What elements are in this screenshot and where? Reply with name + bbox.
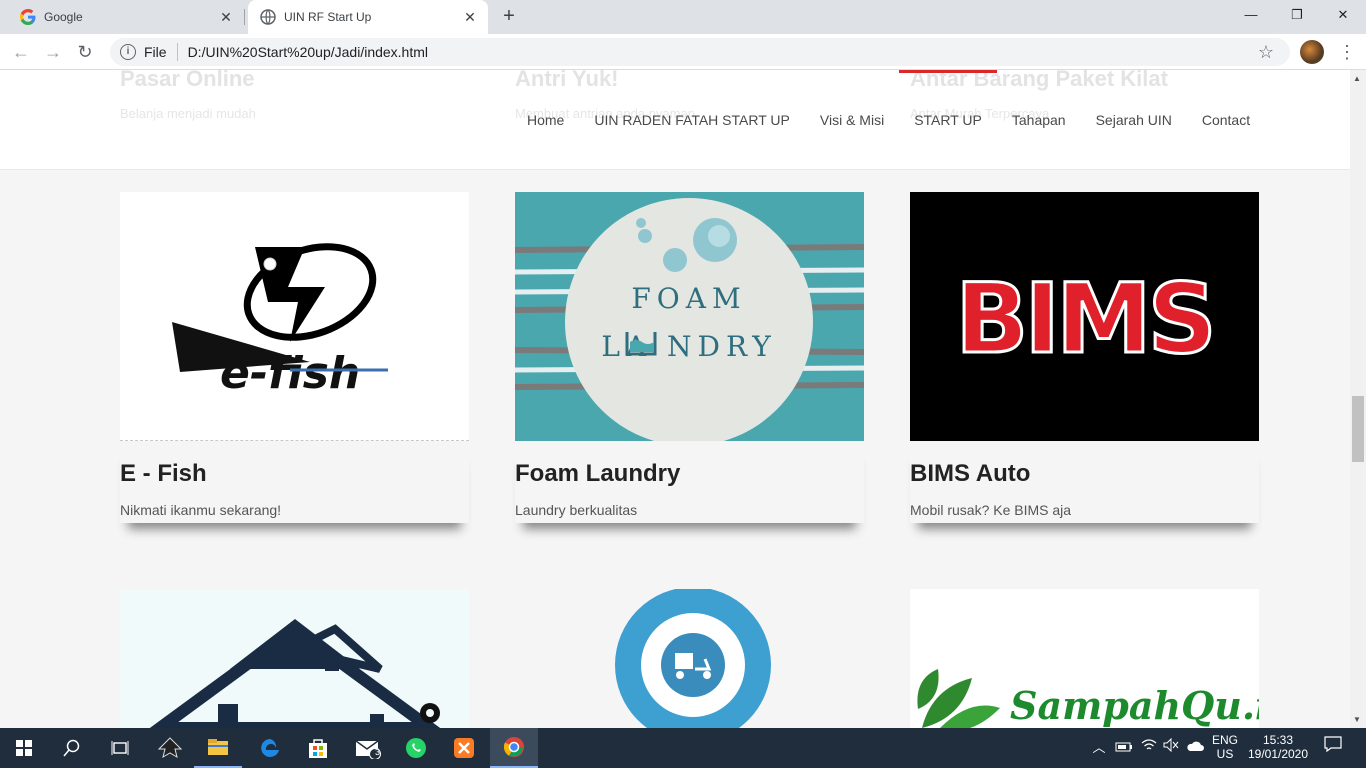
mail-badge: 3: [375, 747, 381, 757]
ghost-card-title: Antar Barang Paket Kilat: [910, 70, 1168, 91]
close-tab-icon[interactable]: ✕: [218, 9, 234, 25]
new-tab-button[interactable]: +: [498, 6, 520, 28]
ghost-card-desc: Belanja menjadi mudah: [120, 106, 256, 121]
card-title[interactable]: E - Fish: [120, 460, 207, 488]
minimize-button[interactable]: —: [1228, 0, 1274, 30]
ghost-card-title: Pasar Online: [120, 70, 255, 91]
ghost-card-title: Antri Yuk!: [515, 70, 619, 91]
tab-google[interactable]: Google ✕: [8, 0, 245, 34]
store-icon[interactable]: [294, 728, 342, 768]
tab-strip: Google ✕ UIN RF Start Up ✕ + — ❐ ✕: [0, 0, 1366, 34]
house-logo-image: [120, 589, 469, 728]
search-icon[interactable]: [48, 728, 96, 768]
action-center-icon[interactable]: [1318, 728, 1348, 768]
close-tab-icon[interactable]: ✕: [462, 9, 478, 25]
sampahqu-logo: SampahQu.id: [917, 669, 1259, 728]
battery-icon[interactable]: [1113, 728, 1135, 768]
volume-muted-icon[interactable]: [1160, 728, 1182, 768]
address-bar[interactable]: i File D:/UIN%20Start%20up/Jadi/index.ht…: [110, 38, 1290, 66]
forward-arrow-icon[interactable]: →: [42, 41, 64, 63]
wifi-icon[interactable]: [1138, 728, 1160, 768]
scroll-down-arrow-icon[interactable]: ▼: [1353, 715, 1361, 724]
efish-logo-image: e-fish: [120, 192, 469, 441]
inkscape-icon[interactable]: [146, 728, 194, 768]
windows-start-icon[interactable]: [0, 728, 48, 768]
bims-logo-text: BIMS: [955, 263, 1213, 375]
google-g-icon: [20, 9, 36, 25]
scroll-thumb[interactable]: [1352, 396, 1364, 462]
omnibox-divider: [176, 43, 178, 61]
nav-uin-raden-fatah-start-up[interactable]: UIN RADEN FATAH START UP: [579, 106, 805, 134]
show-hidden-icons-chevron-icon[interactable]: ︿: [1090, 728, 1108, 768]
efish-logo-text: e-fish: [220, 348, 360, 399]
delivery-logo-image: [515, 589, 864, 728]
back-arrow-icon[interactable]: ←: [10, 41, 32, 63]
browser-toolbar: ← → ↻ i File D:/UIN%20Start%20up/Jadi/in…: [0, 34, 1366, 70]
language-code: ENG: [1211, 733, 1238, 747]
delivery-pin-logo: [615, 589, 771, 728]
bims-logo: BIMS: [954, 262, 1219, 377]
info-icon[interactable]: i: [120, 44, 136, 60]
nav-visi-misi[interactable]: Visi & Misi: [805, 106, 899, 134]
file-explorer-icon[interactable]: [194, 728, 242, 768]
menu-kebab-icon[interactable]: ⋮: [1338, 40, 1356, 64]
page-scrollbar[interactable]: ▲ ▼: [1350, 70, 1366, 728]
foam-laundry-logo-image: FOAM LA NDRY: [515, 192, 864, 441]
card-title[interactable]: BIMS Auto: [910, 460, 1030, 488]
edge-icon[interactable]: [246, 728, 294, 768]
reload-icon[interactable]: ↻: [74, 41, 96, 63]
scroll-up-arrow-icon[interactable]: ▲: [1353, 74, 1361, 83]
nav-start-up[interactable]: START UP: [899, 70, 997, 134]
clock-date: 19/01/2020: [1247, 747, 1309, 761]
card-title[interactable]: Foam Laundry: [515, 460, 680, 488]
onedrive-cloud-icon[interactable]: [1184, 728, 1206, 768]
bims-logo-image: BIMS: [910, 192, 1259, 441]
house-logo: [149, 619, 441, 728]
input-language-indicator[interactable]: ENG US: [1208, 728, 1242, 768]
header-band: Pasar Online Belanja menjadi mudah Antri…: [0, 70, 1350, 170]
whatsapp-icon[interactable]: [392, 728, 440, 768]
sampahqu-logo-text: SampahQu.id: [1010, 683, 1259, 728]
main-nav: Home UIN RADEN FATAH START UP Visi & Mis…: [512, 70, 1265, 134]
nav-tahapan[interactable]: Tahapan: [997, 106, 1081, 134]
foam-laundry-logo: FOAM LA NDRY: [515, 198, 864, 441]
chrome-icon[interactable]: [490, 728, 538, 768]
card-description: Laundry berkualitas: [515, 502, 638, 518]
close-window-button[interactable]: ✕: [1320, 0, 1366, 30]
scheme-label: File: [144, 44, 167, 60]
efish-logo: e-fish: [172, 243, 388, 399]
page-viewport: Pasar Online Belanja menjadi mudah Antri…: [0, 70, 1350, 728]
profile-avatar[interactable]: [1300, 40, 1324, 64]
star-bookmark-icon[interactable]: ☆: [1258, 42, 1274, 63]
tab-title: Google: [44, 10, 83, 24]
nav-sejarah-uin[interactable]: Sejarah UIN: [1081, 106, 1187, 134]
card-description: Nikmati ikanmu sekarang!: [120, 502, 282, 518]
clock-time: 15:33: [1262, 733, 1294, 747]
sampahqu-logo-image: SampahQu.id: [910, 589, 1259, 728]
nav-home[interactable]: Home: [512, 106, 579, 134]
globe-icon: [260, 9, 276, 25]
tab-title: UIN RF Start Up: [284, 10, 372, 24]
clock[interactable]: 15:33 19/01/2020: [1244, 728, 1312, 768]
xampp-icon[interactable]: [440, 728, 488, 768]
windows-taskbar: 3 ︿ ENG US 15:33 19/01/2020: [0, 728, 1366, 768]
laundry-logo-top: FOAM: [631, 282, 746, 315]
ghost-card-shadow: [126, 120, 462, 130]
restore-button[interactable]: ❐: [1274, 0, 1320, 30]
card-description: Mobil rusak? Ke BIMS aja: [910, 502, 1072, 518]
nav-contact[interactable]: Contact: [1187, 106, 1265, 134]
task-view-icon[interactable]: [96, 728, 144, 768]
keyboard-layout: US: [1216, 747, 1234, 761]
url-text[interactable]: D:/UIN%20Start%20up/Jadi/index.html: [188, 44, 428, 60]
mail-icon[interactable]: 3: [344, 728, 392, 768]
tab-uin-rf-start-up[interactable]: UIN RF Start Up ✕: [248, 0, 488, 34]
